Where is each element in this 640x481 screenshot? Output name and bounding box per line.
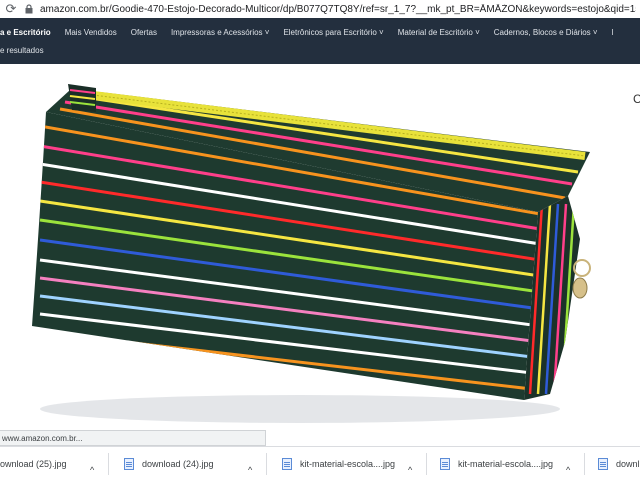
status-link-preview: www.amazon.com.br... [0,430,266,446]
download-item[interactable]: ownload (25).jpg [0,453,67,475]
nav-item-mais-vendidos[interactable]: Mais Vendidos [65,28,117,37]
address-bar[interactable]: ⟳ amazon.com.br/Goodie-470-Estojo-Decora… [0,0,640,18]
downloads-shelf: ownload (25).jpg ^ download (24).jpg ^ k… [0,446,640,480]
chevron-up-icon[interactable]: ^ [566,459,570,481]
download-item[interactable]: downl [598,453,640,475]
nav-item-material[interactable]: Material de Escritório ˅ [398,28,480,37]
divider [426,453,427,475]
image-file-icon [124,458,134,470]
divider [266,453,267,475]
lock-icon[interactable] [22,0,36,18]
results-link[interactable]: e resultados [0,46,44,55]
nav-item-more[interactable]: l [612,28,614,37]
reload-icon[interactable]: ⟳ [0,0,22,18]
download-filename: kit-material-escola....jpg [300,459,396,469]
nav-item-cadernos[interactable]: Cadernos, Blocos e Diários ˅ [494,28,598,37]
download-filename: kit-material-escola....jpg [458,459,554,469]
download-filename: downl [616,459,640,469]
image-file-icon [440,458,450,470]
download-filename: ownload (25).jpg [0,459,67,469]
divider [584,453,585,475]
chevron-up-icon[interactable]: ^ [408,459,412,481]
category-nav: a e Escritório Mais Vendidos Ofertas Imp… [0,24,627,40]
chevron-up-icon[interactable]: ^ [248,459,252,481]
nav-item-escritorio[interactable]: a e Escritório [0,28,51,37]
download-item[interactable]: download (24).jpg [124,453,214,475]
product-image-area: C [0,64,640,442]
edge-text-fragment: C [633,92,640,106]
amazon-nav-bar: a e Escritório Mais Vendidos Ofertas Imp… [0,18,640,64]
download-item[interactable]: kit-material-escola....jpg [282,453,395,475]
nav-item-ofertas[interactable]: Ofertas [131,28,157,37]
divider [108,453,109,475]
chevron-up-icon[interactable]: ^ [90,459,94,481]
product-image-pencil-case[interactable] [0,64,640,442]
download-item[interactable]: kit-material-escola....jpg [440,453,553,475]
url-text[interactable]: amazon.com.br/Goodie-470-Estojo-Decorado… [36,4,636,15]
image-file-icon [598,458,608,470]
nav-item-impressoras[interactable]: Impressoras e Acessórios ˅ [171,28,269,37]
download-filename: download (24).jpg [142,459,214,469]
image-file-icon [282,458,292,470]
nav-item-eletronicos[interactable]: Eletrônicos para Escritório ˅ [283,28,383,37]
